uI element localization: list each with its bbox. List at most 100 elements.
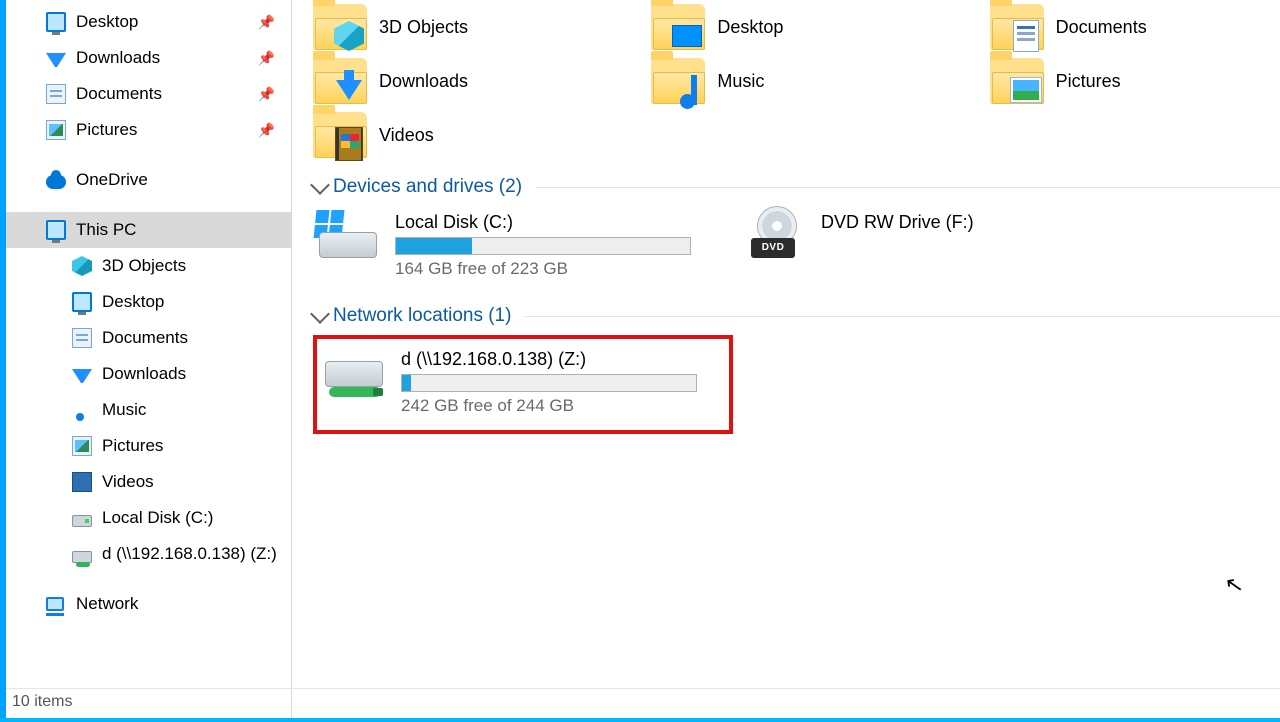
download-icon — [72, 369, 92, 383]
document-icon — [1013, 20, 1039, 52]
nav-downloads[interactable]: Downloads 📌 — [6, 40, 291, 76]
cube-icon — [72, 256, 92, 276]
network-drive-icon — [72, 551, 92, 563]
pin-icon: 📌 — [258, 14, 275, 31]
nav-label: Downloads — [102, 364, 186, 384]
network-icon — [46, 597, 66, 613]
hard-drive-icon — [319, 212, 381, 258]
capacity-bar — [401, 374, 697, 392]
nav-label: Downloads — [76, 48, 160, 68]
drive-dvd-rw-f[interactable]: DVD DVD RW Drive (F:) — [739, 206, 982, 287]
nav-desktop[interactable]: Desktop 📌 — [6, 4, 291, 40]
folder-label: Downloads — [379, 71, 468, 92]
cube-icon — [334, 21, 364, 51]
picture-icon — [1010, 77, 1042, 103]
download-icon — [336, 80, 362, 100]
nav-music-child[interactable]: Music — [6, 392, 291, 428]
nav-label: Documents — [76, 84, 162, 104]
drive-free-text: 164 GB free of 223 GB — [395, 259, 691, 279]
group-header-devices[interactable]: Devices and drives (2) — [313, 176, 1280, 198]
drive-local-disk-c[interactable]: Local Disk (C:) 164 GB free of 223 GB — [313, 206, 699, 287]
pin-icon: 📌 — [258, 86, 275, 103]
picture-icon — [72, 436, 92, 456]
folder-icon — [651, 58, 705, 104]
dvd-drive-icon: DVD — [745, 212, 807, 258]
document-icon — [46, 84, 66, 104]
download-icon — [46, 53, 66, 67]
group-title: Network locations (1) — [333, 305, 511, 327]
drive-free-text: 242 GB free of 244 GB — [401, 396, 697, 416]
nav-documents[interactable]: Documents 📌 — [6, 76, 291, 112]
nav-label: Pictures — [102, 436, 163, 456]
folder-label: Music — [717, 71, 764, 92]
monitor-icon — [46, 12, 66, 32]
folder-label: Documents — [1056, 17, 1147, 38]
capacity-bar — [395, 237, 691, 255]
drive-name: DVD RW Drive (F:) — [821, 212, 974, 233]
pin-icon: 📌 — [258, 122, 275, 139]
nav-label: Network — [76, 594, 138, 614]
folder-music[interactable]: Music — [651, 58, 941, 104]
nav-label: This PC — [76, 220, 136, 240]
pc-icon — [46, 220, 66, 240]
desktop-icon — [672, 25, 702, 47]
nav-documents-child[interactable]: Documents — [6, 320, 291, 356]
monitor-icon — [72, 292, 92, 312]
content-pane: 3D Objects Desktop Documents Downloads M… — [293, 0, 1280, 688]
separator — [525, 316, 1280, 317]
nav-label: Music — [102, 400, 146, 420]
nav-onedrive[interactable]: OneDrive — [6, 162, 291, 198]
nav-videos-child[interactable]: Videos — [6, 464, 291, 500]
nav-label: Pictures — [76, 120, 137, 140]
navigation-pane: Desktop 📌 Downloads 📌 Documents 📌 Pictur… — [6, 0, 292, 720]
nav-pictures[interactable]: Pictures 📌 — [6, 112, 291, 148]
nav-label: OneDrive — [76, 170, 148, 190]
nav-label: Local Disk (C:) — [102, 508, 213, 528]
disk-icon — [72, 515, 92, 527]
folder-icon — [313, 112, 367, 158]
folder-label: Videos — [379, 125, 434, 146]
group-header-network[interactable]: Network locations (1) — [313, 305, 1280, 327]
picture-icon — [46, 120, 66, 140]
folder-label: 3D Objects — [379, 17, 468, 38]
music-icon — [691, 75, 697, 105]
document-icon — [72, 328, 92, 348]
cloud-icon — [46, 175, 66, 189]
nav-network[interactable]: Network — [6, 586, 291, 622]
folder-documents[interactable]: Documents — [990, 4, 1280, 50]
folder-downloads[interactable]: Downloads — [313, 58, 603, 104]
folder-label: Desktop — [717, 17, 783, 38]
nav-label: Documents — [102, 328, 188, 348]
nav-label: 3D Objects — [102, 256, 186, 276]
nav-network-drive-z[interactable]: d (\\192.168.0.138) (Z:) — [6, 536, 291, 572]
nav-downloads-child[interactable]: Downloads — [6, 356, 291, 392]
network-drive-z[interactable]: d (\\192.168.0.138) (Z:) 242 GB free of … — [313, 335, 733, 434]
folder-3d-objects[interactable]: 3D Objects — [313, 4, 603, 50]
folder-icon — [651, 4, 705, 50]
drive-name: Local Disk (C:) — [395, 212, 691, 233]
nav-local-disk-c[interactable]: Local Disk (C:) — [6, 500, 291, 536]
folder-label: Pictures — [1056, 71, 1121, 92]
folder-icon — [990, 58, 1044, 104]
window-bottom-edge — [0, 718, 1280, 722]
video-icon — [72, 472, 92, 492]
nav-pictures-child[interactable]: Pictures — [6, 428, 291, 464]
nav-label: Videos — [102, 472, 154, 492]
separator — [536, 187, 1280, 188]
folder-videos[interactable]: Videos — [313, 112, 673, 158]
item-count: 10 items — [12, 693, 72, 710]
drive-name: d (\\192.168.0.138) (Z:) — [401, 349, 697, 370]
folder-icon — [990, 4, 1044, 50]
chevron-down-icon — [310, 175, 330, 195]
folder-icon — [313, 58, 367, 104]
nav-label: Desktop — [76, 12, 138, 32]
status-bar: 10 items — [6, 688, 1280, 720]
network-drive-icon — [325, 349, 387, 395]
nav-3d-objects[interactable]: 3D Objects — [6, 248, 291, 284]
pin-icon: 📌 — [258, 50, 275, 67]
nav-this-pc[interactable]: This PC — [6, 212, 291, 248]
folder-desktop[interactable]: Desktop — [651, 4, 941, 50]
nav-desktop-child[interactable]: Desktop — [6, 284, 291, 320]
folder-icon — [313, 4, 367, 50]
folder-pictures[interactable]: Pictures — [990, 58, 1280, 104]
